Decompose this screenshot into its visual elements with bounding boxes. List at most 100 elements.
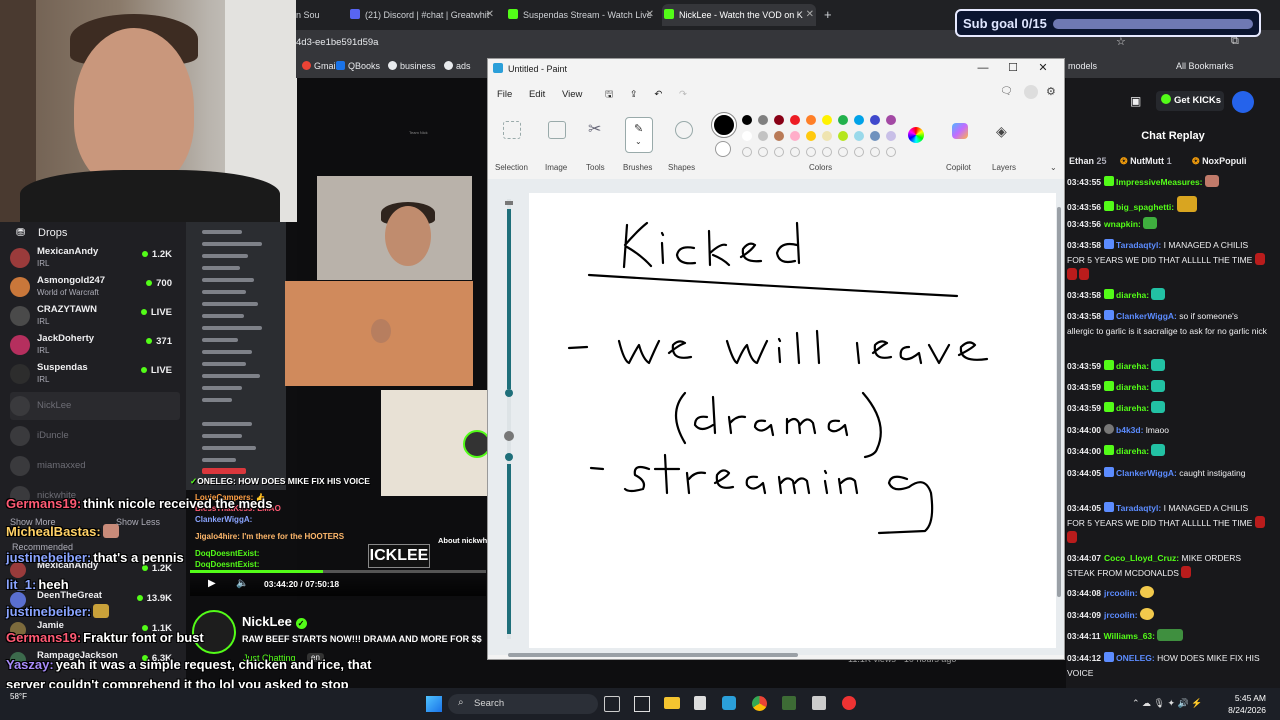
browser-tab[interactable]: n Sou [296,4,344,26]
close-tab-icon[interactable]: ✕ [806,4,814,26]
new-tab-button[interactable]: + [824,4,838,26]
about-link[interactable]: About nickwhi [438,536,489,545]
sidebar-channel-item[interactable]: Asmongold247 World of Warcraft 700 [10,273,180,301]
tray-icons[interactable]: ⌃ ☁ 🎙 ✦ 🔊 ⚡ [1132,698,1202,709]
color-swatch[interactable] [742,131,752,141]
avatar[interactable] [1232,91,1254,113]
copilot-icon[interactable] [952,123,968,139]
color-swatch[interactable] [870,115,880,125]
color-swatch[interactable] [742,115,752,125]
color-swatch[interactable] [806,131,816,141]
color-swatch[interactable] [854,115,864,125]
shapes-icon[interactable] [675,121,693,139]
menu-view[interactable]: View [562,89,582,100]
sidebar-channel-item[interactable]: iDuncle [10,422,180,450]
primary-color-swatch[interactable] [711,112,737,138]
color-swatch[interactable] [854,131,864,141]
selection-icon[interactable] [503,121,521,139]
color-swatch[interactable] [870,131,880,141]
tools-icon[interactable]: ✂ [588,121,606,139]
color-swatch[interactable] [774,147,784,157]
app-icon[interactable] [842,696,856,710]
color-swatch[interactable] [886,115,896,125]
color-swatch[interactable] [822,147,832,157]
color-swatch[interactable] [758,115,768,125]
file-explorer-icon[interactable] [664,697,680,709]
close-tab-icon[interactable]: ✕ [486,4,494,26]
all-bookmarks[interactable]: All Bookmarks [1176,61,1234,71]
bookmark-gmail[interactable]: Gmail [302,61,338,71]
drops-label[interactable]: Drops [38,227,67,239]
color-swatch[interactable] [822,115,832,125]
sidebar-channel-item[interactable]: JackDoherty IRL 371 [10,331,180,359]
task-view-icon[interactable] [604,696,620,712]
color-swatch[interactable] [774,115,784,125]
image-icon[interactable] [548,121,566,139]
notepad-icon[interactable] [694,696,706,710]
color-swatch[interactable] [886,147,896,157]
layers-icon[interactable]: ◈ [996,123,1007,140]
menu-file[interactable]: File [497,89,512,100]
color-swatch[interactable] [838,131,848,141]
drawing-canvas[interactable] [529,193,1056,648]
close-icon[interactable]: ✕ [1028,61,1058,74]
bookmark-business[interactable]: business [388,61,436,71]
minecraft-icon[interactable] [782,696,796,710]
share-icon[interactable]: ⇪ [630,89,638,100]
sidebar-channel-item[interactable]: MexicanAndy IRL 1.2K [10,244,180,272]
theater-mode-icon[interactable]: ▣ [1130,94,1141,108]
minimize-icon[interactable]: — [968,62,998,74]
sidebar-channel-item[interactable]: CRAZYTAWN IRL LIVE [10,302,180,330]
browser-tab-active[interactable]: NickLee - Watch the VOD on K ✕ [662,4,816,26]
settings-gear-icon[interactable]: ⚙ [1046,85,1056,98]
close-tab-icon[interactable]: ✕ [646,4,654,26]
color-swatch[interactable] [822,131,832,141]
get-kicks-button[interactable]: Get KICKs [1156,91,1224,111]
color-swatch[interactable] [870,147,880,157]
color-swatch[interactable] [774,131,784,141]
sidebar-channel-item[interactable]: NickLee [10,392,180,420]
color-swatch[interactable] [758,147,768,157]
vod-progress-bar[interactable] [190,570,486,573]
horizontal-scrollbar[interactable] [508,653,798,657]
play-icon[interactable]: ▶ [208,578,216,589]
color-swatch[interactable] [854,147,864,157]
color-swatch[interactable] [886,131,896,141]
system-clock[interactable]: 5:45 AM 8/24/2026 [1228,692,1266,716]
taskbar-search[interactable]: ⌕ Search [448,694,598,714]
brushes-button[interactable]: ✎ ⌄ [625,117,653,153]
chevron-down-icon[interactable]: ⌄ [1050,163,1057,172]
weather-widget[interactable]: 58°F [10,692,27,701]
sidebar-channel-item[interactable]: miamaxxed [10,452,180,480]
comment-icon[interactable]: 🗨 [1000,86,1013,97]
color-swatch[interactable] [742,147,752,157]
show-less-button[interactable]: Show Less [116,517,160,527]
color-swatch[interactable] [790,147,800,157]
zoom-slider[interactable] [504,199,514,639]
color-swatch[interactable] [758,131,768,141]
volume-icon[interactable]: 🔈 [236,578,248,589]
color-swatch[interactable] [790,115,800,125]
color-swatch[interactable] [790,131,800,141]
windows-start-icon[interactable] [426,696,442,712]
maximize-icon[interactable]: ☐ [998,61,1028,74]
redo-icon[interactable]: ↷ [679,89,687,100]
chrome-icon[interactable] [752,696,767,711]
color-swatch[interactable] [838,147,848,157]
paint-taskbar-icon[interactable] [722,696,736,710]
notes-icon[interactable] [634,696,650,712]
calculator-icon[interactable] [812,696,826,710]
bookmark-ads[interactable]: ads [444,61,471,71]
save-icon[interactable]: 🖫 [605,89,613,100]
sidebar-channel-item[interactable]: Suspendas IRL LIVE [10,360,180,388]
color-swatch[interactable] [806,147,816,157]
secondary-color-swatch[interactable] [715,141,731,157]
bookmark-qbooks[interactable]: QBooks [336,61,380,71]
streamer-name[interactable]: NickLee ✓ [242,614,307,629]
browser-tab[interactable]: (21) Discord | #chat | Greatwhit ✕ [348,4,496,26]
color-swatch[interactable] [838,115,848,125]
edit-colors-icon[interactable] [908,127,924,143]
bookmark-models[interactable]: models [1068,61,1097,71]
vertical-scrollbar[interactable] [1057,207,1061,597]
account-icon[interactable] [1024,85,1038,99]
